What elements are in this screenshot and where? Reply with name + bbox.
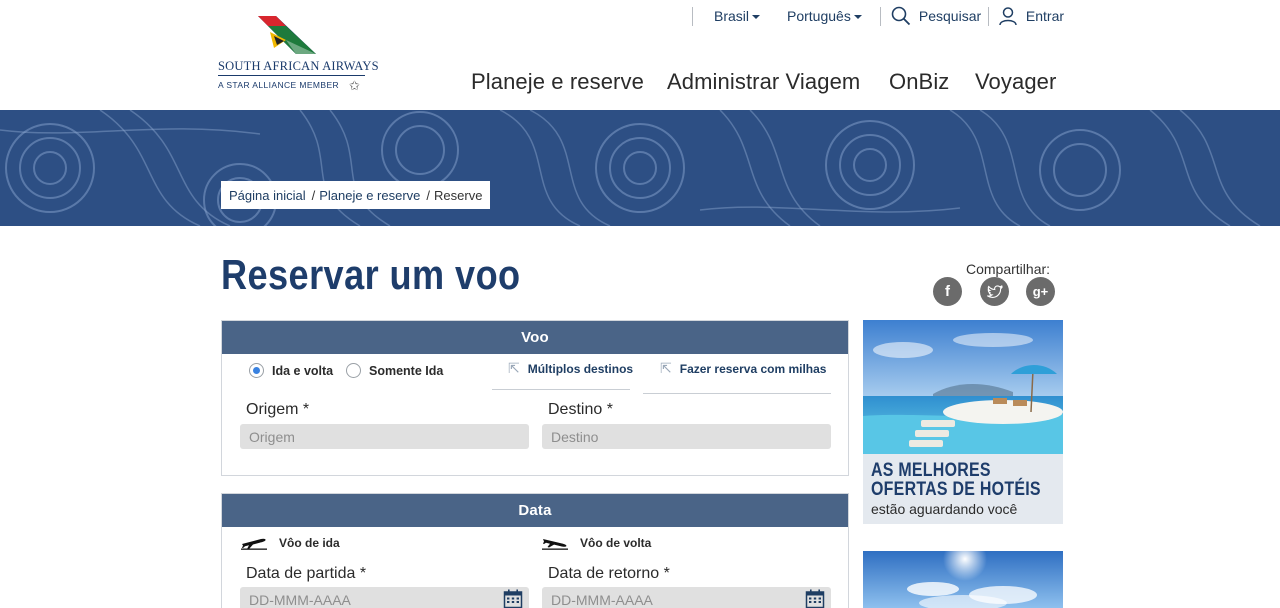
- chevron-down-icon: [752, 15, 761, 20]
- utility-divider: [692, 7, 693, 26]
- breadcrumb-separator: /: [426, 187, 431, 203]
- login-label: Entrar: [1025, 8, 1065, 24]
- flight-panel: Voo Ida e volta Somente Ida ⇱ Múltiplos …: [221, 320, 849, 476]
- breadcrumb-home[interactable]: Página inicial: [229, 188, 306, 203]
- resort-pool-image: [863, 320, 1063, 454]
- country-label: Brasil: [714, 8, 750, 24]
- twitter-share-button[interactable]: [980, 277, 1009, 306]
- page-title: Reservar um voo: [221, 251, 521, 298]
- secondary-promo[interactable]: [863, 551, 1063, 608]
- sky-image: [863, 551, 1063, 608]
- destination-label: Destino *: [548, 401, 613, 418]
- plane-departure-icon: [241, 538, 267, 550]
- utility-divider: [988, 7, 989, 26]
- breadcrumb-current: Reserve: [434, 187, 483, 203]
- option-underline: [492, 389, 630, 390]
- promo-title-line-1: AS MELHORES: [871, 460, 991, 481]
- language-selector[interactable]: Português: [787, 8, 862, 30]
- hero-banner: [0, 110, 1280, 226]
- login-link[interactable]: Entrar: [998, 6, 1064, 28]
- breadcrumb-separator: /: [311, 187, 316, 203]
- return-leg: Vôo de volta: [542, 536, 651, 550]
- departure-date-label: Data de partida *: [246, 565, 367, 582]
- nav-onbiz[interactable]: OnBiz: [889, 69, 949, 95]
- origin-label: Origem *: [246, 401, 310, 418]
- multi-city-label: Múltiplos destinos: [527, 361, 634, 376]
- calendar-icon[interactable]: [503, 589, 523, 608]
- outbound-leg: Vôo de ida: [241, 536, 340, 550]
- book-with-miles-label: Fazer reserva com milhas: [679, 361, 827, 376]
- facebook-share-button[interactable]: f: [933, 277, 962, 306]
- nav-voyager[interactable]: Voyager: [975, 69, 1056, 95]
- external-link-icon: ⇱: [660, 360, 672, 376]
- user-icon: [999, 7, 1017, 26]
- site-header: SOUTH AFRICAN AIRWAYS A STAR ALLIANCE ME…: [0, 0, 1280, 110]
- flight-panel-header: Voo: [222, 321, 848, 354]
- one-way-radio[interactable]: Somente Ida: [346, 363, 443, 378]
- chevron-down-icon: [853, 15, 862, 20]
- calendar-icon[interactable]: [805, 589, 825, 608]
- facebook-icon: f: [945, 283, 950, 300]
- round-trip-label: Ida e volta: [272, 363, 334, 378]
- hotel-offers-promo[interactable]: AS MELHORES OFERTAS DE HOTÉIS estão agua…: [863, 320, 1063, 524]
- twitter-icon: [986, 284, 1003, 298]
- departure-date-input[interactable]: [240, 587, 529, 608]
- brand-logo[interactable]: SOUTH AFRICAN AIRWAYS A STAR ALLIANCE ME…: [218, 14, 379, 96]
- return-date-label: Data de retorno *: [548, 565, 670, 582]
- search-label: Pesquisar: [918, 8, 982, 24]
- multi-city-link[interactable]: ⇱ Múltiplos destinos: [508, 360, 633, 377]
- outbound-label: Vôo de ida: [279, 536, 340, 550]
- promo-title: AS MELHORES OFERTAS DE HOTÉIS: [871, 461, 1041, 499]
- promo-title-line-2: OFERTAS DE HOTÉIS: [871, 479, 1041, 500]
- date-panel-header: Data: [222, 494, 848, 527]
- one-way-label: Somente Ida: [369, 363, 444, 378]
- option-underline: [643, 393, 831, 394]
- search-icon: [891, 6, 911, 26]
- share-label: Compartilhar:: [966, 261, 1051, 277]
- google-plus-share-button[interactable]: g+: [1026, 277, 1055, 306]
- search-link[interactable]: Pesquisar: [891, 6, 981, 28]
- tail-fin-logo-icon: [258, 16, 316, 54]
- radio-unchecked-icon: [346, 363, 361, 378]
- utility-divider: [880, 7, 881, 26]
- return-label: Vôo de volta: [580, 536, 652, 550]
- star-alliance-icon: ✩: [349, 78, 360, 93]
- radio-checked-icon: [249, 363, 264, 378]
- nav-manage-trip[interactable]: Administrar Viagem: [667, 69, 860, 95]
- country-selector[interactable]: Brasil: [714, 8, 761, 30]
- date-panel: Data Vôo de ida Vôo de volta Data de par…: [221, 493, 849, 608]
- nav-plan-book[interactable]: Planeje e reserve: [471, 69, 644, 95]
- destination-input[interactable]: [542, 424, 831, 449]
- origin-input[interactable]: [240, 424, 529, 449]
- brand-name: SOUTH AFRICAN AIRWAYS: [218, 59, 379, 73]
- breadcrumb-plan-book[interactable]: Planeje e reserve: [319, 188, 420, 203]
- banner-pattern: [0, 110, 1261, 226]
- return-date-input[interactable]: [542, 587, 831, 608]
- round-trip-radio[interactable]: Ida e volta: [249, 363, 333, 378]
- language-label: Português: [787, 8, 851, 24]
- external-link-icon: ⇱: [508, 360, 520, 376]
- plane-arrival-icon: [542, 539, 568, 550]
- brand-divider: [218, 75, 365, 76]
- brand-tagline: A STAR ALLIANCE MEMBER: [218, 80, 340, 90]
- book-with-miles-link[interactable]: ⇱ Fazer reserva com milhas: [660, 360, 826, 377]
- promo-subtitle: estão aguardando você: [871, 501, 1018, 517]
- google-plus-icon: g+: [1032, 284, 1049, 299]
- breadcrumb: Página inicial / Planeje e reserve / Res…: [221, 181, 491, 209]
